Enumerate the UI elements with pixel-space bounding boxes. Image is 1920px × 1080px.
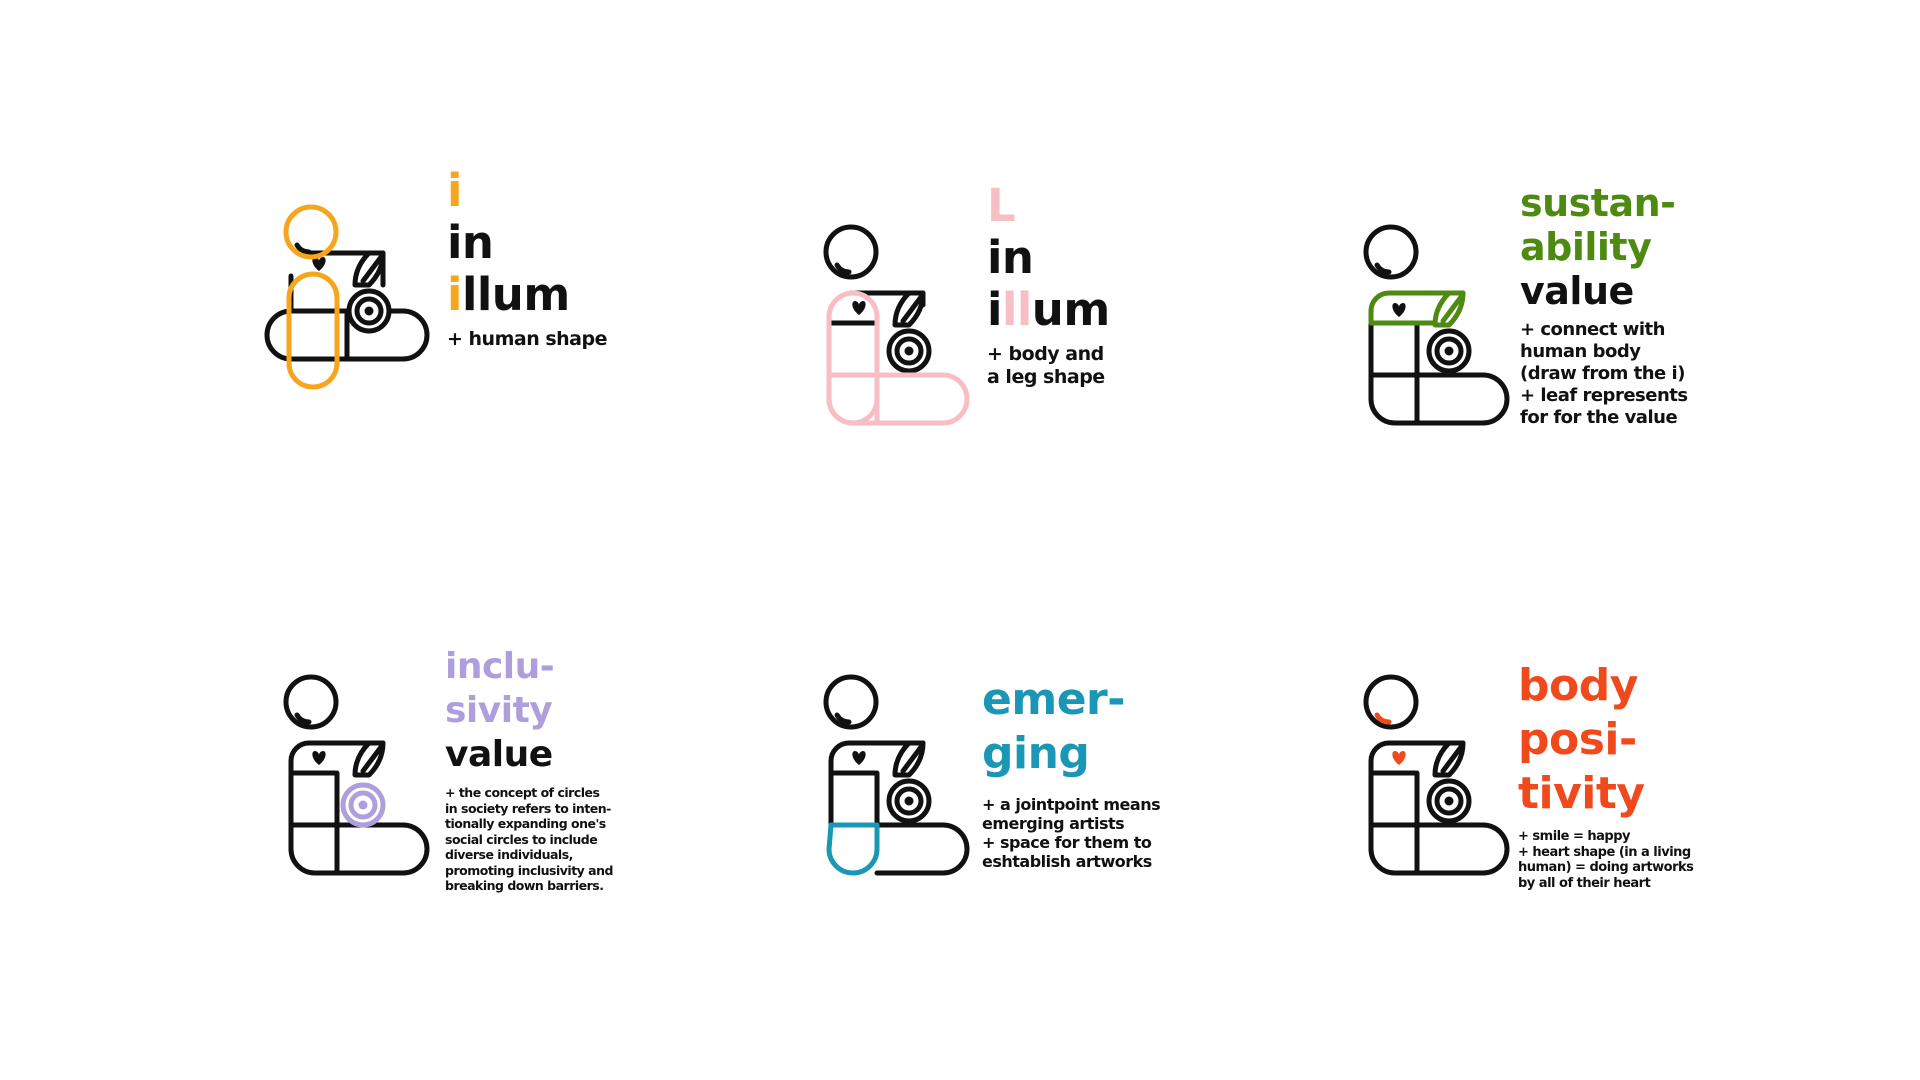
wordmark-line-1: inclu- [445, 646, 555, 687]
panel-sustainability: sustan- ability value + connect with hum… [1363, 181, 1765, 445]
description-note: + connect with human body (draw from the… [1520, 319, 1688, 428]
outline-strokes [1363, 674, 1510, 876]
wordmark-line-1: L [987, 179, 1016, 232]
description-note: + a jointpoint means emerging artists + … [982, 795, 1161, 871]
wordmark-text: sustan- ability value + connect with hum… [1520, 181, 1688, 429]
wordmark-line-3: value [445, 734, 553, 775]
wordmark-line-2: in [987, 231, 1034, 284]
panel-emerging: emer- ging + a jointpoint means emerging… [823, 645, 1185, 925]
wordmark-line-2: posi- [1518, 714, 1637, 765]
description-note: + human shape [447, 328, 608, 350]
wordmark-text: inclu- sivity value + the concept of cir… [445, 645, 613, 894]
highlight-circles [340, 782, 386, 828]
wordmark-line-1: emer- [982, 674, 1126, 725]
wordmark-text: L in illum + body and a leg shape [987, 183, 1110, 388]
illum-logo-mark [283, 674, 430, 876]
smile-icon [1374, 712, 1392, 725]
wordmark-line-3: illum [447, 268, 570, 321]
wordmark-text: i in illum + human shape [447, 164, 608, 351]
heart-icon [1392, 751, 1406, 765]
wordmark-line-2: sivity [445, 690, 553, 731]
panel-body-positivity: body posi- tivity + smile = happy + hear… [1363, 645, 1765, 925]
highlight-joint [826, 822, 880, 876]
wordmark-line-3: illum [987, 283, 1110, 336]
wordmark-line-2: in [447, 216, 494, 269]
heart-icon [852, 301, 866, 315]
description-note: + body and a leg shape [987, 343, 1105, 388]
outline-strokes [823, 674, 970, 876]
wordmark-line-3: tivity [1518, 768, 1645, 819]
heart-icon [1392, 303, 1406, 317]
wordmark-line-1: body [1518, 660, 1638, 711]
outline-strokes [283, 674, 430, 876]
artboard: { "colors": { "ink": "#111111", "orange"… [0, 0, 1920, 1080]
illum-logo-mark [264, 204, 430, 390]
illum-logo-mark [1363, 674, 1510, 876]
heart-icon [852, 751, 866, 765]
illum-logo-mark [823, 674, 970, 876]
wordmark-line-3: value [1520, 269, 1634, 313]
wordmark-text: body posi- tivity + smile = happy + hear… [1518, 659, 1694, 891]
panel-human-shape: i in illum + human shape [264, 168, 645, 445]
panel-body-and-leg: L in illum + body and a leg shape [823, 183, 1185, 445]
highlight-leaf-band [1368, 290, 1466, 328]
heart-icon [312, 751, 326, 765]
wordmark-line-2: ging [982, 728, 1090, 779]
wordmark-text: emer- ging + a jointpoint means emerging… [982, 673, 1161, 871]
illum-logo-mark [823, 224, 970, 426]
description-note: + smile = happy + heart shape (in a livi… [1518, 829, 1694, 891]
wordmark-line-2: ability [1520, 225, 1652, 269]
wordmark-line-1: sustan- [1520, 181, 1676, 225]
illum-logo-mark [1363, 224, 1510, 426]
panel-inclusivity: inclu- sivity value + the concept of cir… [283, 645, 645, 925]
description-note: + the concept of circles in society refe… [445, 785, 613, 893]
wordmark-line-1: i [447, 164, 462, 217]
